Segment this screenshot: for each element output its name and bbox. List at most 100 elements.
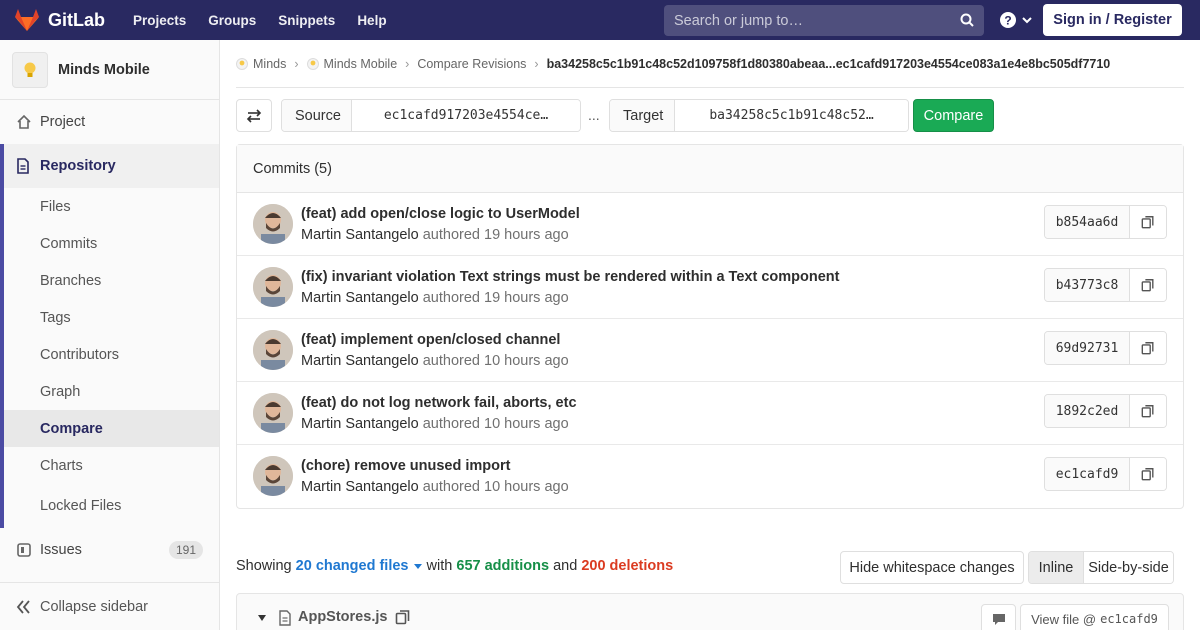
- caret-down-icon[interactable]: [257, 614, 267, 622]
- help-dropdown[interactable]: ?: [999, 11, 1033, 29]
- compare-button[interactable]: Compare: [913, 99, 994, 132]
- sidebar-item-contributors[interactable]: Contributors: [4, 336, 219, 373]
- copy-icon: [1141, 405, 1154, 418]
- commit-sha[interactable]: b854aa6d: [1045, 206, 1130, 238]
- sidebar-item-branches[interactable]: Branches: [4, 262, 219, 299]
- commit-time: 10 hours ago: [484, 353, 569, 369]
- sidebar-item-charts[interactable]: Charts: [4, 447, 219, 484]
- commit-title[interactable]: (feat) add open/close logic to UserModel: [301, 206, 580, 222]
- copy-sha-button[interactable]: [1130, 269, 1166, 301]
- sidebar-item-commits[interactable]: Commits: [4, 225, 219, 262]
- commit-title[interactable]: (fix) invariant violation Text strings m…: [301, 269, 839, 285]
- copy-sha-button[interactable]: [1130, 395, 1166, 427]
- and-text: and: [553, 558, 578, 574]
- author-avatar[interactable]: [253, 267, 293, 307]
- nav-links: Projects Groups Snippets Help: [133, 13, 409, 28]
- commit-author[interactable]: Martin Santangelo: [301, 479, 419, 495]
- copy-sha-button[interactable]: [1130, 458, 1166, 490]
- commit-meta: Martin Santangelo authored 19 hours ago: [301, 290, 569, 306]
- commit-sha[interactable]: ec1cafd9: [1045, 458, 1130, 490]
- changed-files-dropdown[interactable]: 20 changed files: [296, 558, 427, 574]
- file-name[interactable]: AppStores.js: [298, 609, 387, 625]
- person-icon: [253, 204, 293, 244]
- file-icon: [279, 610, 291, 626]
- commit-author[interactable]: Martin Santangelo: [301, 416, 419, 432]
- additions-count: 657 additions: [456, 558, 550, 574]
- commit-time: 19 hours ago: [484, 227, 569, 243]
- document-icon: [16, 158, 32, 174]
- help-icon: ?: [1000, 12, 1016, 28]
- commits-header: Commits (5): [237, 145, 1183, 193]
- side-by-side-view-button[interactable]: Side-by-side: [1084, 552, 1173, 583]
- brand-name: GitLab: [48, 9, 105, 30]
- target-dropdown[interactable]: ba34258c5c1b91c48c52…: [675, 100, 908, 131]
- copy-sha-button[interactable]: [1130, 206, 1166, 238]
- sidebar-item-project[interactable]: Project: [0, 100, 219, 144]
- sidebar-item-repository[interactable]: Repository: [4, 144, 219, 188]
- sidebar-item-issues[interactable]: Issues 191: [0, 528, 219, 572]
- swap-icon: [246, 108, 262, 123]
- commit-time: 10 hours ago: [484, 416, 569, 432]
- nav-snippets[interactable]: Snippets: [278, 13, 335, 28]
- commit-author[interactable]: Martin Santangelo: [301, 353, 419, 369]
- commit-title[interactable]: (chore) remove unused import: [301, 458, 510, 474]
- nav-groups[interactable]: Groups: [208, 13, 256, 28]
- issues-count-badge: 191: [168, 541, 203, 559]
- commit-author[interactable]: Martin Santangelo: [301, 290, 419, 306]
- commit-meta: Martin Santangelo authored 19 hours ago: [301, 227, 569, 243]
- gitlab-logo[interactable]: GitLab: [14, 8, 105, 32]
- commit-title[interactable]: (feat) do not log network fail, aborts, …: [301, 395, 577, 411]
- sidebar-item-graph[interactable]: Graph: [4, 373, 219, 410]
- commit-title[interactable]: (feat) implement open/closed channel: [301, 332, 560, 348]
- person-icon: [253, 393, 293, 433]
- nav-projects[interactable]: Projects: [133, 13, 186, 28]
- collapse-sidebar-button[interactable]: Collapse sidebar: [0, 582, 219, 630]
- commit-sha[interactable]: b43773c8: [1045, 269, 1130, 301]
- search-input[interactable]: [674, 12, 954, 29]
- commit-sha-group: b854aa6d: [1044, 205, 1167, 239]
- sidebar: Minds Mobile Project Repository Files Co…: [0, 40, 220, 630]
- sidebar-item-label: Issues: [40, 542, 82, 558]
- commit-row: (chore) remove unused import Martin Santa…: [237, 445, 1183, 508]
- copy-icon[interactable]: [395, 609, 411, 625]
- author-avatar[interactable]: [253, 330, 293, 370]
- commit-sha[interactable]: 69d92731: [1045, 332, 1130, 364]
- breadcrumb-minds[interactable]: Minds: [253, 57, 286, 71]
- toggle-comments-button[interactable]: [981, 604, 1016, 630]
- swap-revisions-button[interactable]: [236, 99, 272, 132]
- copy-sha-button[interactable]: [1130, 332, 1166, 364]
- commit-meta: Martin Santangelo authored 10 hours ago: [301, 416, 569, 432]
- commit-sha[interactable]: 1892c2ed: [1045, 395, 1130, 427]
- signin-button[interactable]: Sign in / Register: [1043, 4, 1182, 36]
- source-dropdown[interactable]: ec1cafd917203e4554ce…: [352, 100, 580, 131]
- copy-icon: [1141, 468, 1154, 481]
- sidebar-item-locked-files[interactable]: Locked Files: [4, 484, 219, 528]
- chevron-right-icon: ›: [405, 56, 410, 71]
- top-navbar: GitLab Projects Groups Snippets Help ? S…: [0, 0, 1200, 40]
- compare-separator: ...: [588, 107, 600, 123]
- group-avatar-icon: [236, 57, 248, 70]
- sidebar-project-header[interactable]: Minds Mobile: [0, 40, 219, 100]
- hide-whitespace-button[interactable]: Hide whitespace changes: [840, 551, 1024, 584]
- sidebar-item-compare[interactable]: Compare: [4, 410, 219, 447]
- breadcrumb-compare-revisions[interactable]: Compare Revisions: [417, 57, 526, 71]
- sidebar-item-tags[interactable]: Tags: [4, 299, 219, 336]
- author-avatar[interactable]: [253, 204, 293, 244]
- view-file-button[interactable]: View file @ ec1cafd9: [1020, 604, 1169, 630]
- person-icon: [253, 267, 293, 307]
- diff-stats: Showing 20 changed files with 657 additi…: [236, 558, 673, 574]
- inline-view-button[interactable]: Inline: [1029, 552, 1084, 583]
- nav-help[interactable]: Help: [357, 13, 386, 28]
- commit-time: 10 hours ago: [484, 479, 569, 495]
- sidebar-item-files[interactable]: Files: [4, 188, 219, 225]
- copy-icon: [1141, 279, 1154, 292]
- compare-form: Source ec1cafd917203e4554ce… ... Target …: [236, 99, 1184, 133]
- project-avatar-icon: [306, 57, 319, 70]
- commit-author[interactable]: Martin Santangelo: [301, 227, 419, 243]
- breadcrumb-minds-mobile[interactable]: Minds Mobile: [324, 57, 398, 71]
- author-avatar[interactable]: [253, 393, 293, 433]
- search-icon[interactable]: [960, 13, 974, 27]
- breadcrumb-current[interactable]: ba34258c5c1b91c48c52d109758f1d80380abeaa…: [547, 57, 1111, 71]
- chevron-right-icon: ›: [294, 56, 299, 71]
- author-avatar[interactable]: [253, 456, 293, 496]
